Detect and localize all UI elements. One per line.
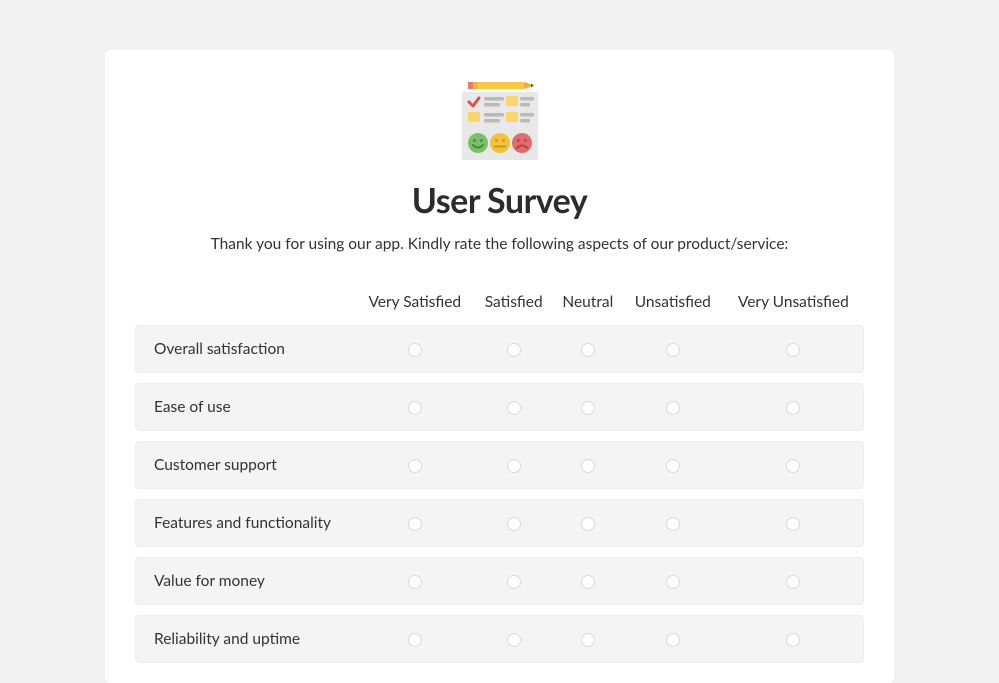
survey-option-cell (553, 441, 623, 489)
survey-option-cell (623, 557, 723, 605)
rating-radio[interactable] (786, 517, 800, 531)
survey-option-cell (723, 325, 864, 373)
rating-radio[interactable] (786, 575, 800, 589)
survey-option-cell (623, 383, 723, 431)
survey-row-label: Overall satisfaction (135, 325, 355, 373)
rating-radio[interactable] (408, 459, 422, 473)
rating-radio[interactable] (666, 343, 680, 357)
survey-option-cell (723, 499, 864, 547)
survey-row: Features and functionality (135, 499, 864, 547)
survey-option-cell (355, 441, 475, 489)
survey-option-cell (623, 325, 723, 373)
survey-option-cell (553, 557, 623, 605)
survey-table: Very Satisfied Satisfied Neutral Unsatis… (135, 277, 864, 673)
survey-option-cell (355, 383, 475, 431)
survey-option-cell (355, 557, 475, 605)
survey-option-cell (475, 325, 553, 373)
scale-header: Very Unsatisfied (723, 287, 864, 315)
rating-radio[interactable] (666, 633, 680, 647)
rating-radio[interactable] (507, 401, 521, 415)
survey-row: Reliability and uptime (135, 615, 864, 663)
survey-card: User Survey Thank you for using our app.… (105, 50, 894, 683)
scale-header: Unsatisfied (623, 287, 723, 315)
survey-option-cell (553, 499, 623, 547)
rating-radio[interactable] (666, 459, 680, 473)
survey-row: Customer support (135, 441, 864, 489)
survey-option-cell (355, 615, 475, 663)
rating-radio[interactable] (581, 575, 595, 589)
rating-radio[interactable] (786, 633, 800, 647)
survey-option-cell (623, 615, 723, 663)
rating-radio[interactable] (666, 575, 680, 589)
rating-radio[interactable] (581, 401, 595, 415)
survey-option-cell (475, 441, 553, 489)
page-subtitle: Thank you for using our app. Kindly rate… (135, 235, 864, 253)
rating-radio[interactable] (408, 517, 422, 531)
rating-radio[interactable] (507, 459, 521, 473)
rating-radio[interactable] (581, 517, 595, 531)
survey-row-label: Ease of use (135, 383, 355, 431)
rating-radio[interactable] (507, 343, 521, 357)
rating-radio[interactable] (408, 575, 422, 589)
survey-row: Overall satisfaction (135, 325, 864, 373)
survey-option-cell (723, 615, 864, 663)
survey-row-label: Value for money (135, 557, 355, 605)
rating-radio[interactable] (581, 633, 595, 647)
scale-header: Very Satisfied (355, 287, 475, 315)
survey-option-cell (475, 499, 553, 547)
survey-option-cell (475, 615, 553, 663)
rating-radio[interactable] (581, 343, 595, 357)
scale-header: Satisfied (475, 287, 553, 315)
survey-row-label: Customer support (135, 441, 355, 489)
rating-radio[interactable] (581, 459, 595, 473)
page-title: User Survey (135, 180, 864, 221)
survey-option-cell (355, 325, 475, 373)
rating-radio[interactable] (408, 401, 422, 415)
survey-option-cell (553, 325, 623, 373)
survey-header: User Survey Thank you for using our app.… (135, 80, 864, 253)
survey-option-cell (723, 441, 864, 489)
rating-radio[interactable] (507, 575, 521, 589)
survey-row-label: Reliability and uptime (135, 615, 355, 663)
rating-radio[interactable] (786, 401, 800, 415)
survey-row-label: Features and functionality (135, 499, 355, 547)
survey-icon (454, 80, 546, 164)
rating-radio[interactable] (786, 343, 800, 357)
scale-header-blank (135, 287, 355, 315)
survey-option-cell (553, 383, 623, 431)
survey-option-cell (355, 499, 475, 547)
survey-option-cell (623, 499, 723, 547)
survey-option-cell (553, 615, 623, 663)
survey-option-cell (475, 557, 553, 605)
survey-option-cell (723, 383, 864, 431)
rating-radio[interactable] (408, 343, 422, 357)
survey-row: Value for money (135, 557, 864, 605)
rating-radio[interactable] (666, 401, 680, 415)
survey-option-cell (723, 557, 864, 605)
survey-option-cell (475, 383, 553, 431)
rating-radio[interactable] (507, 633, 521, 647)
rating-radio[interactable] (507, 517, 521, 531)
scale-header-row: Very Satisfied Satisfied Neutral Unsatis… (135, 287, 864, 315)
survey-option-cell (623, 441, 723, 489)
rating-radio[interactable] (408, 633, 422, 647)
survey-row: Ease of use (135, 383, 864, 431)
rating-radio[interactable] (786, 459, 800, 473)
rating-radio[interactable] (666, 517, 680, 531)
scale-header: Neutral (553, 287, 623, 315)
